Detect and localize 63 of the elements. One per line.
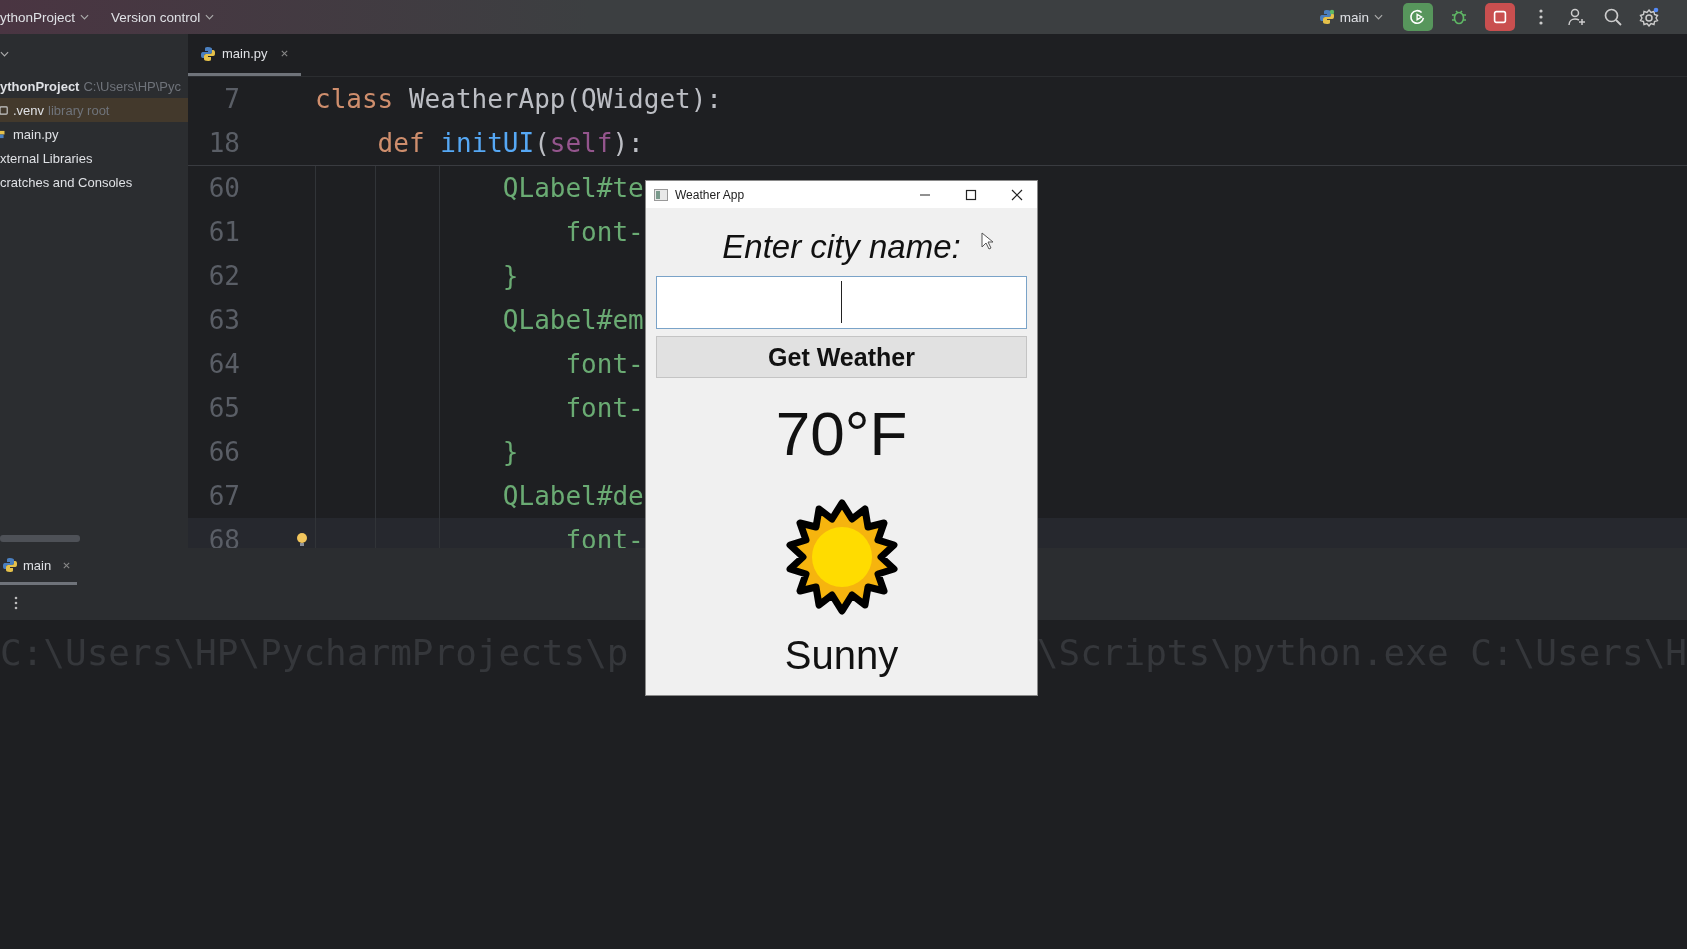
project-menu[interactable]: ythonProject: [0, 9, 94, 25]
code-token: self: [549, 128, 613, 158]
line-number: 63: [207, 305, 240, 335]
code-token: WeatherApp(QWidget):: [407, 84, 722, 114]
lightbulb-icon[interactable]: [296, 532, 308, 548]
file-tab[interactable]: main.py: [188, 34, 301, 76]
condition-label: Sunny: [784, 633, 899, 678]
run-config-menu[interactable]: main: [1314, 9, 1387, 25]
window-icon: [654, 188, 668, 201]
project-tree-item[interactable]: .venv library root: [0, 98, 188, 122]
stop-button[interactable]: [1485, 3, 1515, 31]
code-token: class: [315, 84, 394, 114]
maximize-icon[interactable]: [965, 188, 977, 201]
python-icon: [200, 45, 216, 62]
code-token: font-: [564, 349, 644, 379]
chevron-down-icon: [1374, 14, 1383, 20]
rerun-button[interactable]: [1403, 3, 1433, 31]
code-token: }: [501, 261, 519, 291]
code-token: initUI: [440, 128, 535, 158]
code-token: }: [501, 437, 519, 467]
chevron-down-icon[interactable]: [0, 51, 9, 57]
code-token: (: [534, 128, 550, 158]
temperature-label: 70°F: [775, 398, 908, 469]
line-number: 65: [207, 393, 240, 423]
code-token: def: [376, 128, 426, 158]
line-number: 62: [207, 261, 240, 291]
code-token: QLabel#em: [501, 305, 644, 335]
prompt-label: Enter city name:: [722, 228, 961, 266]
bug-icon[interactable]: [1449, 7, 1469, 27]
folder-icon: [0, 103, 9, 117]
line-number: 18: [207, 128, 240, 158]
python-icon: [1318, 9, 1335, 25]
line-number: 64: [207, 349, 240, 379]
code-token: font-: [564, 217, 644, 247]
scrollbar[interactable]: [0, 535, 80, 542]
python-icon: [2, 557, 18, 573]
line-number: 67: [207, 481, 240, 511]
project-tree-item[interactable]: ythonProject C:\Users\HP\Pyc: [0, 74, 188, 98]
code-token: font-: [564, 393, 644, 423]
project-tree-item[interactable]: main.py: [0, 122, 188, 146]
rerun-icon: [1409, 8, 1427, 26]
code-token: QLabel#te: [501, 173, 644, 203]
line-number: 61: [207, 217, 240, 247]
window-title: Weather App: [675, 187, 746, 202]
get-weather-button[interactable]: Get Weather: [656, 336, 1027, 378]
close-icon[interactable]: [1011, 188, 1023, 201]
more-icon[interactable]: [13, 594, 19, 611]
stop-icon: [1491, 8, 1509, 26]
line-number: 60: [207, 173, 240, 203]
search-icon[interactable]: [1603, 7, 1623, 27]
project-tree-item[interactable]: xternal Libraries: [0, 146, 188, 170]
mouse-pointer-icon: [981, 232, 993, 250]
settings-icon[interactable]: [1639, 7, 1659, 27]
chevron-down-icon: [80, 14, 90, 20]
chevron-down-icon: [205, 14, 215, 20]
project-tree-item[interactable]: cratches and Consoles: [0, 170, 188, 194]
line-number: 7: [223, 84, 240, 114]
city-input-field[interactable]: [656, 276, 1027, 329]
add-user-icon[interactable]: [1567, 7, 1587, 27]
code-token: ):: [612, 128, 644, 158]
line-number: 66: [207, 437, 240, 467]
code-token: QLabel#de: [501, 481, 644, 511]
version-control-menu[interactable]: Version control: [107, 9, 219, 25]
